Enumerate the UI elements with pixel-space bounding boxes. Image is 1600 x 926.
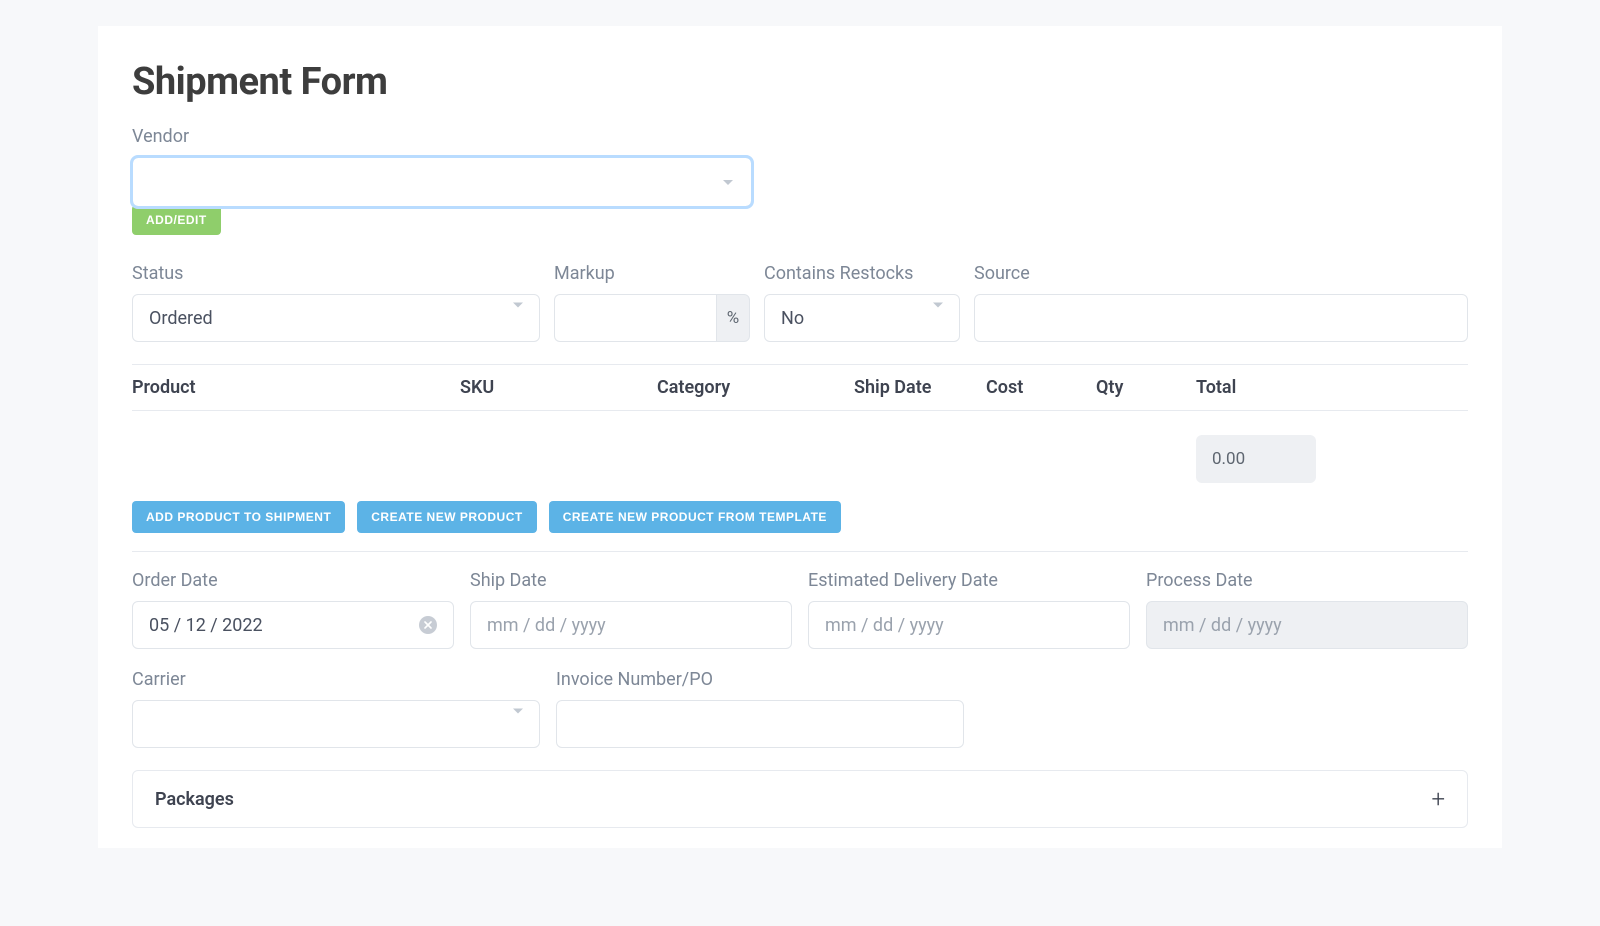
packages-panel[interactable]: Packages +	[132, 770, 1468, 828]
col-total: Total	[1196, 377, 1386, 398]
invoice-input[interactable]	[556, 700, 964, 748]
source-input[interactable]	[974, 294, 1468, 342]
products-table: Product SKU Category Ship Date Cost Qty …	[132, 364, 1468, 411]
shipment-form-card: Shipment Form Vendor ADD/EDIT Status Ord…	[98, 26, 1502, 848]
ship-date-placeholder: mm / dd / yyyy	[487, 615, 606, 636]
chevron-down-icon	[513, 709, 523, 735]
edd-placeholder: mm / dd / yyyy	[825, 615, 944, 636]
packages-title: Packages	[155, 789, 234, 810]
ship-date-input[interactable]: mm / dd / yyyy	[470, 601, 792, 649]
process-date-label: Process Date	[1146, 570, 1468, 591]
create-new-product-button[interactable]: CREATE NEW PRODUCT	[357, 501, 536, 533]
order-date-input[interactable]: 05 / 12 / 2022	[132, 601, 454, 649]
markup-label: Markup	[554, 263, 750, 284]
products-total-value: 0.00	[1196, 435, 1316, 483]
col-ship-date: Ship Date	[854, 377, 986, 398]
markup-suffix: %	[716, 294, 750, 342]
contains-restocks-select[interactable]: No	[764, 294, 960, 342]
product-actions: ADD PRODUCT TO SHIPMENT CREATE NEW PRODU…	[132, 501, 1468, 533]
edd-field: Estimated Delivery Date mm / dd / yyyy	[808, 570, 1130, 649]
edd-label: Estimated Delivery Date	[808, 570, 1130, 591]
carrier-row: Carrier Invoice Number/PO	[132, 669, 1468, 748]
vendor-label: Vendor	[132, 126, 1468, 147]
status-value: Ordered	[149, 308, 213, 329]
status-field: Status Ordered	[132, 263, 540, 342]
order-date-label: Order Date	[132, 570, 454, 591]
chevron-down-icon	[513, 303, 523, 329]
contains-restocks-field: Contains Restocks No	[764, 263, 960, 342]
edd-input[interactable]: mm / dd / yyyy	[808, 601, 1130, 649]
ship-date-field: Ship Date mm / dd / yyyy	[470, 570, 792, 649]
page-title: Shipment Form	[132, 60, 1468, 104]
contains-restocks-label: Contains Restocks	[764, 263, 960, 284]
create-new-product-from-template-button[interactable]: CREATE NEW PRODUCT FROM TEMPLATE	[549, 501, 841, 533]
plus-icon[interactable]: +	[1431, 787, 1445, 811]
dates-row: Order Date 05 / 12 / 2022 Ship Date mm /…	[132, 570, 1468, 649]
carrier-select[interactable]	[132, 700, 540, 748]
vendor-block: Vendor ADD/EDIT	[132, 126, 1468, 235]
divider	[132, 551, 1468, 552]
add-edit-vendor-button[interactable]: ADD/EDIT	[132, 205, 221, 235]
status-select[interactable]: Ordered	[132, 294, 540, 342]
vendor-select[interactable]	[132, 157, 752, 207]
source-text-input[interactable]	[991, 308, 1451, 329]
col-product: Product	[132, 377, 460, 398]
invoice-label: Invoice Number/PO	[556, 669, 964, 690]
products-total-row: 0.00	[132, 425, 1468, 501]
col-cost: Cost	[986, 377, 1096, 398]
contains-restocks-value: No	[781, 308, 804, 329]
ship-date-label: Ship Date	[470, 570, 792, 591]
carrier-label: Carrier	[132, 669, 540, 690]
col-qty: Qty	[1096, 377, 1196, 398]
carrier-field: Carrier	[132, 669, 540, 748]
process-date-field: Process Date mm / dd / yyyy	[1146, 570, 1468, 649]
invoice-text-input[interactable]	[573, 714, 947, 735]
source-label: Source	[974, 263, 1468, 284]
col-category: Category	[657, 377, 854, 398]
add-product-to-shipment-button[interactable]: ADD PRODUCT TO SHIPMENT	[132, 501, 345, 533]
products-table-header: Product SKU Category Ship Date Cost Qty …	[132, 365, 1468, 410]
order-date-value: 05 / 12 / 2022	[149, 615, 263, 636]
source-field: Source	[974, 263, 1468, 342]
chevron-down-icon	[933, 303, 943, 329]
status-label: Status	[132, 263, 540, 284]
invoice-field: Invoice Number/PO	[556, 669, 964, 748]
markup-field: Markup %	[554, 263, 750, 342]
close-icon	[424, 621, 432, 629]
process-date-input: mm / dd / yyyy	[1146, 601, 1468, 649]
markup-input[interactable]	[554, 294, 716, 342]
process-date-placeholder: mm / dd / yyyy	[1163, 615, 1282, 636]
chevron-down-icon	[723, 180, 733, 185]
clear-icon[interactable]	[419, 616, 437, 634]
status-row: Status Ordered Markup % Contains Restock…	[132, 263, 1468, 342]
col-sku: SKU	[460, 377, 657, 398]
order-date-field: Order Date 05 / 12 / 2022	[132, 570, 454, 649]
